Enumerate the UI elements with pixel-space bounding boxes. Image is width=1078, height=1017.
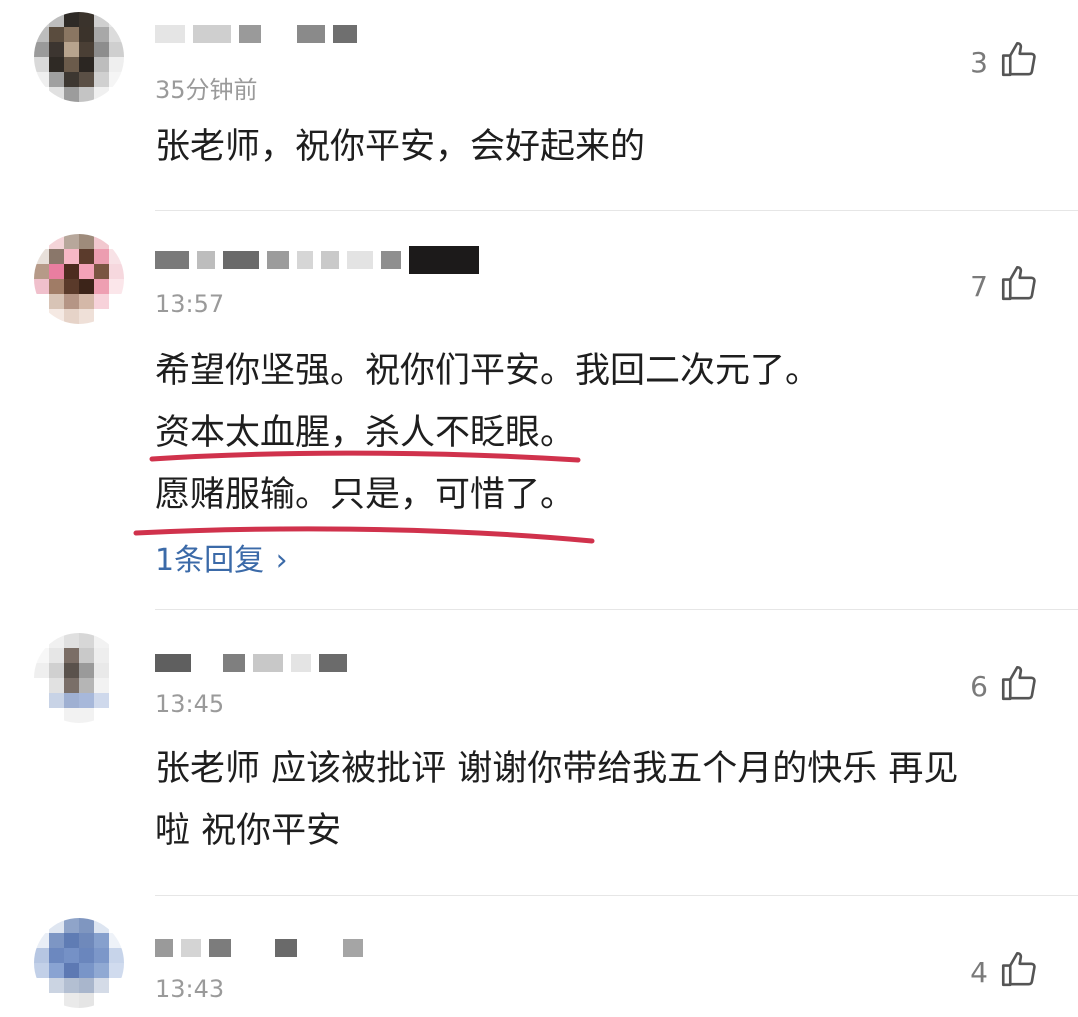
comment-time: 13:57 xyxy=(155,290,225,318)
thumbs-up-icon xyxy=(998,38,1040,87)
like-button[interactable]: 4 xyxy=(970,948,1040,997)
comment-line: 啦 祝你平安 xyxy=(155,811,342,851)
comment-time: 13:43 xyxy=(155,975,225,1003)
divider xyxy=(155,895,1078,896)
comment-time: 35分钟前 xyxy=(155,76,258,104)
username[interactable] xyxy=(155,928,363,968)
comment-line: 张老师 应该被批评 谢谢你带给我五个月的快乐 再见 xyxy=(155,749,959,789)
comment-text: 张老师 应该被批评 谢谢你带给我五个月的快乐 再见 啦 祝你平安 xyxy=(155,738,1038,862)
avatar[interactable] xyxy=(34,234,124,324)
username[interactable] xyxy=(155,643,347,683)
comment-text: 张老师，祝你平安，会好起来的 xyxy=(155,116,1038,178)
comment-line: 希望你坚强。祝你们平安。我回二次元了。 xyxy=(155,351,821,391)
divider xyxy=(155,210,1078,211)
chevron-right-icon: › xyxy=(275,543,288,578)
thumbs-up-icon xyxy=(998,948,1040,997)
comment-line: 资本太血腥，杀人不眨眼。 xyxy=(155,413,576,453)
avatar[interactable] xyxy=(34,633,124,723)
thumbs-up-icon xyxy=(998,662,1040,711)
comment-text: 希望你坚强。祝你们平安。我回二次元了。 资本太血腥，杀人不眨眼。 愿赌服输。只是… xyxy=(155,340,1038,526)
like-button[interactable]: 6 xyxy=(970,662,1040,711)
comment-line: 张老师，祝你平安，会好起来的 xyxy=(155,127,646,167)
view-replies-link[interactable]: 1条回复 › xyxy=(155,535,288,579)
like-button[interactable]: 3 xyxy=(970,38,1040,87)
comment-line: 愿赌服输。只是，可惜了。 xyxy=(155,475,576,515)
comment-time: 13:45 xyxy=(155,690,225,718)
divider xyxy=(155,609,1078,610)
like-count: 6 xyxy=(970,670,988,703)
like-count: 7 xyxy=(970,270,988,303)
thumbs-up-icon xyxy=(998,262,1040,311)
like-button[interactable]: 7 xyxy=(970,262,1040,311)
reply-count-label: 1条回复 xyxy=(155,543,265,578)
username[interactable] xyxy=(155,14,357,54)
avatar[interactable] xyxy=(34,12,124,102)
like-count: 3 xyxy=(970,46,988,79)
username[interactable] xyxy=(155,240,479,280)
avatar[interactable] xyxy=(34,918,124,1008)
like-count: 4 xyxy=(970,956,988,989)
